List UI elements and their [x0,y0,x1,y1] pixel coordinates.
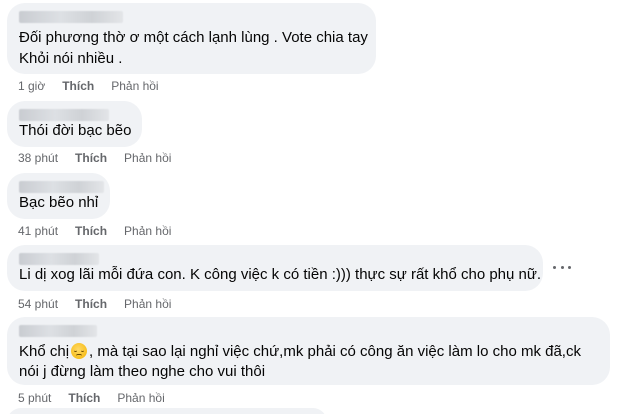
comment-text-part: , mà tại sao lại nghỉ việc chứ,mk phải c… [89,343,581,360]
blurred-author-name[interactable] [19,11,123,23]
reply-button[interactable]: Phản hồi [111,79,158,93]
blurred-author-name[interactable] [19,109,109,121]
blurred-author-name[interactable] [19,253,99,265]
like-button[interactable]: Thích [75,297,107,311]
more-options-icon[interactable] [553,260,571,274]
comment-text-part: Khổ chị [19,343,70,360]
comment-text-line: Thói đời bạc bẽo [19,122,132,139]
like-button[interactable]: Thích [75,224,107,238]
reply-button[interactable]: Phản hồi [124,224,171,238]
reply-button[interactable]: Phản hồi [124,151,171,165]
like-button[interactable]: Thích [62,79,94,93]
blurred-author-name[interactable] [19,181,104,193]
comment-text-line: Li dị xog lãi mỗi đứa con. K công việc k… [19,266,542,283]
blurred-author-name[interactable] [19,325,97,337]
comment-actions: 38 phút Thích Phản hồi [18,151,171,165]
comment-time[interactable]: 41 phút [18,224,58,238]
like-button[interactable]: Thích [68,391,100,405]
comment-actions: 1 giờ Thích Phản hồi [18,79,159,93]
next-comment-bubble-partial [7,408,327,414]
comment-bubble: Bạc bẽo nhỉ [7,173,110,219]
pensive-face-icon [71,343,88,359]
comment-text-line: nói j đừng làm theo nghe cho vui thôi [19,363,266,380]
reply-button[interactable]: Phản hồi [117,391,164,405]
comment-text-line: Khỏi nói nhiều . [19,50,123,67]
comment-bubble: Đối phương thờ ơ một cách lạnh lùng . Vo… [7,3,376,74]
comment-text-line: Khổ chị , mà tại sao lại nghỉ việc chứ,mk… [19,342,581,362]
comment-actions: 41 phút Thích Phản hồi [18,224,171,238]
comment-time[interactable]: 38 phút [18,151,58,165]
comment-bubble: Khổ chị , mà tại sao lại nghỉ việc chứ,mk… [7,317,610,385]
comment-actions: 54 phút Thích Phản hồi [18,297,171,311]
comment-time[interactable]: 5 phút [18,391,51,405]
comment-text-line: Đối phương thờ ơ một cách lạnh lùng . Vo… [19,29,368,46]
comment-bubble: Li dị xog lãi mỗi đứa con. K công việc k… [7,245,543,291]
comment-time[interactable]: 54 phút [18,297,58,311]
reply-button[interactable]: Phản hồi [124,297,171,311]
like-button[interactable]: Thích [75,151,107,165]
comment-actions: 5 phút Thích Phản hồi [18,391,165,405]
comment-text-line: Bạc bẽo nhỉ [19,194,99,211]
comment-time[interactable]: 1 giờ [18,79,45,93]
comment-bubble: Thói đời bạc bẽo [7,101,142,147]
